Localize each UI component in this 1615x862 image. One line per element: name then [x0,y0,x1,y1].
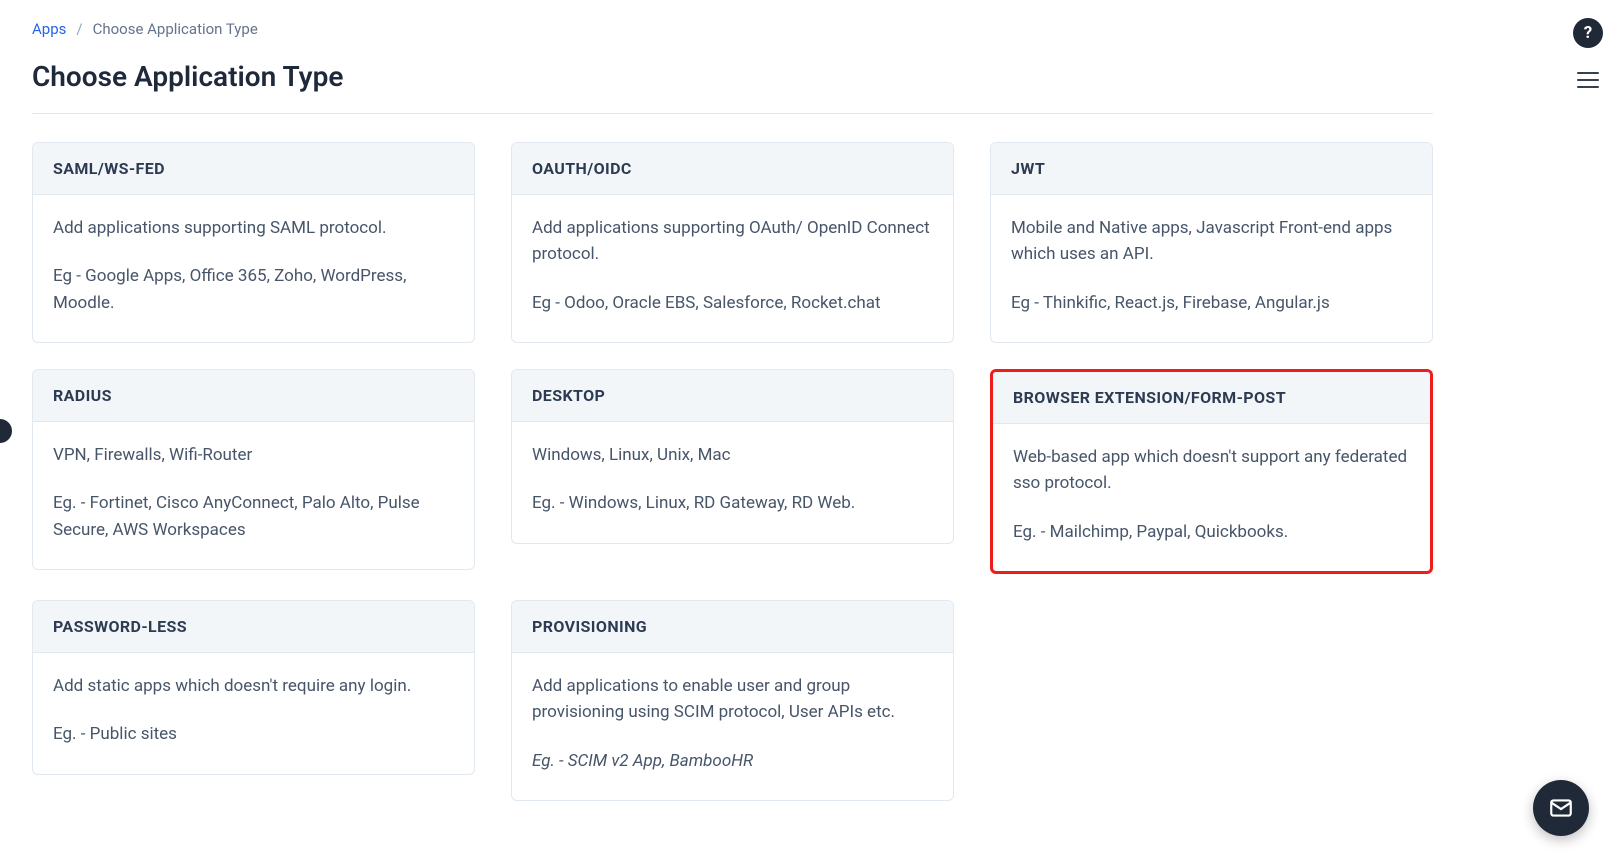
app-type-card[interactable]: DESKTOP Windows, Linux, Unix, Mac Eg. - Wi… [511,369,954,544]
card-description: Windows, Linux, Unix, Mac [532,442,933,468]
app-type-grid: SAML/WS-FED Add applications supporting S… [32,142,1433,801]
card-description: Add static apps which doesn't require an… [53,673,454,699]
card-title: SAML/WS-FED [53,159,454,178]
card-header: BROWSER EXTENSION/FORM-POST [993,372,1430,424]
page-title: Choose Application Type [32,60,1433,93]
card-description: Add applications supporting SAML protoco… [53,215,454,241]
page-container: Apps / Choose Application Type Choose Ap… [0,0,1465,841]
breadcrumb-separator: / [76,20,82,38]
card-title: PASSWORD-LESS [53,617,454,636]
card-example: Eg. - Fortinet, Cisco AnyConnect, Palo A… [53,490,454,543]
card-example: Eg. - SCIM v2 App, BambooHR [532,748,933,774]
mail-fab-button[interactable] [1533,780,1589,836]
card-description: VPN, Firewalls, Wifi-Router [53,442,454,468]
hamburger-menu-icon[interactable] [1577,72,1599,88]
card-title: JWT [1011,159,1412,178]
right-rail: ? [1573,18,1603,88]
app-type-card[interactable]: JWT Mobile and Native apps, Javascript Fr… [990,142,1433,343]
card-body: VPN, Firewalls, Wifi-Router Eg. - Fortine… [33,422,474,569]
card-header: DESKTOP [512,370,953,422]
app-type-card[interactable]: OAUTH/OIDC Add applications supporting OA… [511,142,954,343]
mail-icon [1548,795,1574,821]
help-button[interactable]: ? [1573,18,1603,48]
app-type-card[interactable]: RADIUS VPN, Firewalls, Wifi-Router Eg. - F… [32,369,475,570]
card-body: Mobile and Native apps, Javascript Front… [991,195,1432,342]
divider [32,113,1433,114]
breadcrumb-root-link[interactable]: Apps [32,20,66,38]
app-type-card[interactable]: BROWSER EXTENSION/FORM-POST Web-based app… [990,369,1433,574]
card-title: OAUTH/OIDC [532,159,933,178]
card-body: Add applications supporting OAuth/ OpenI… [512,195,953,342]
card-header: JWT [991,143,1432,195]
card-description: Add applications supporting OAuth/ OpenI… [532,215,933,268]
card-body: Add applications supporting SAML protoco… [33,195,474,342]
card-header: PASSWORD-LESS [33,601,474,653]
card-title: BROWSER EXTENSION/FORM-POST [1013,388,1410,407]
card-description: Mobile and Native apps, Javascript Front… [1011,215,1412,268]
card-title: RADIUS [53,386,454,405]
card-example: Eg. - Windows, Linux, RD Gateway, RD Web… [532,490,933,516]
app-type-card[interactable]: PASSWORD-LESS Add static apps which doesn… [32,600,475,775]
card-example: Eg - Google Apps, Office 365, Zoho, Word… [53,263,454,316]
help-icon: ? [1584,23,1592,43]
card-example: Eg - Thinkific, React.js, Firebase, Angu… [1011,290,1412,316]
card-example: Eg. - Mailchimp, Paypal, Quickbooks. [1013,519,1410,545]
breadcrumb-current: Choose Application Type [93,20,258,38]
card-example: Eg. - Public sites [53,721,454,747]
card-header: RADIUS [33,370,474,422]
card-body: Add static apps which doesn't require an… [33,653,474,774]
card-body: Add applications to enable user and grou… [512,653,953,800]
card-example: Eg - Odoo, Oracle EBS, Salesforce, Rocke… [532,290,933,316]
card-header: OAUTH/OIDC [512,143,953,195]
card-description: Web-based app which doesn't support any … [1013,444,1410,497]
card-body: Web-based app which doesn't support any … [993,424,1430,571]
app-type-card[interactable]: SAML/WS-FED Add applications supporting S… [32,142,475,343]
app-type-card[interactable]: PROVISIONING Add applications to enable u… [511,600,954,801]
card-description: Add applications to enable user and grou… [532,673,933,726]
breadcrumb: Apps / Choose Application Type [32,20,1433,38]
card-body: Windows, Linux, Unix, Mac Eg. - Windows, … [512,422,953,543]
card-header: SAML/WS-FED [33,143,474,195]
card-title: PROVISIONING [532,617,933,636]
card-header: PROVISIONING [512,601,953,653]
card-title: DESKTOP [532,386,933,405]
